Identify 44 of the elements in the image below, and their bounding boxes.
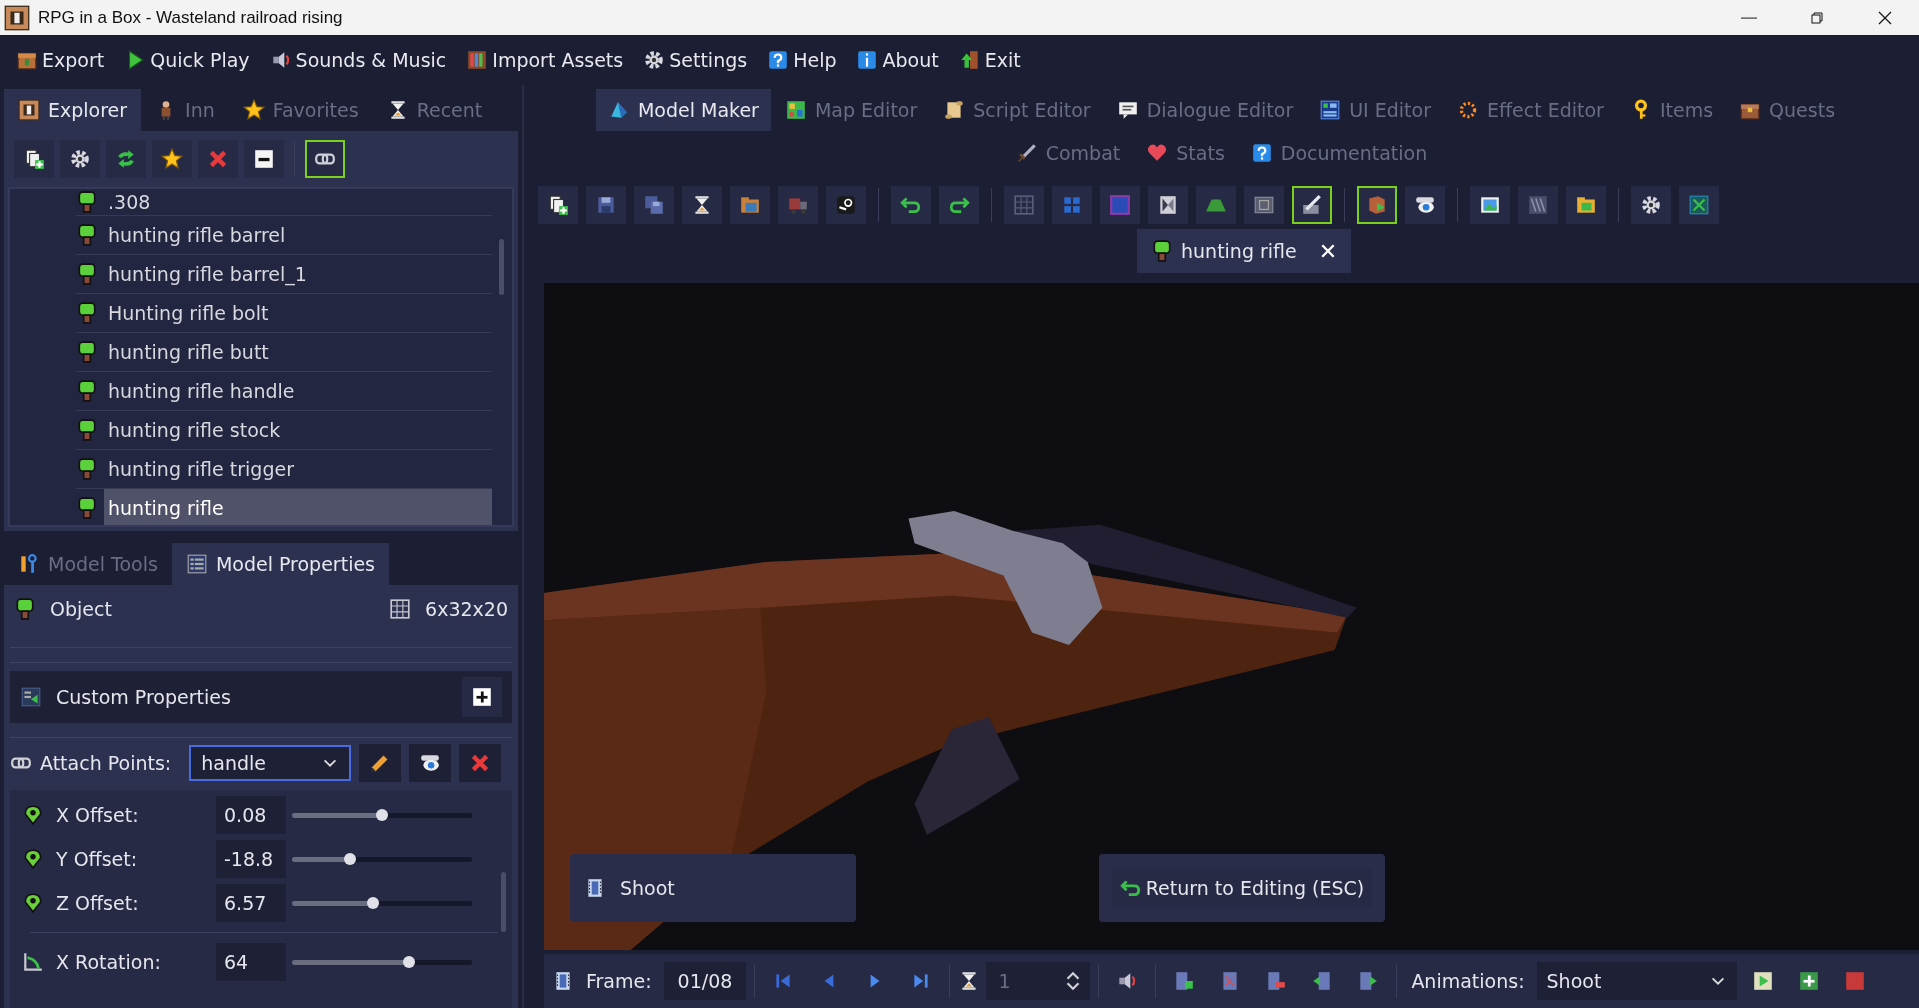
field-label: Attach Points:	[40, 752, 172, 774]
field-label: Y Offset:	[56, 848, 139, 870]
tree-item[interactable]: hunting rifle stock	[104, 411, 492, 449]
number-field[interactable]: -18.8	[216, 840, 286, 878]
field-label: X Rotation:	[56, 951, 162, 973]
menu-item[interactable]: About	[848, 45, 947, 75]
tab[interactable]: Model Maker	[595, 89, 771, 131]
tree-item[interactable]: hunting rifle trigger	[104, 450, 492, 488]
animation-name: Shoot	[620, 877, 675, 899]
tab-title: hunting rifle	[1181, 240, 1297, 262]
attach-point-dropdown[interactable]: handle	[189, 745, 352, 781]
tab[interactable]: Explorer	[4, 89, 142, 131]
field-label: X Offset:	[56, 804, 140, 826]
menu-item[interactable]: Help	[759, 45, 845, 75]
number-field[interactable]: 6.57	[216, 884, 286, 922]
tree-item[interactable]: hunting rifle handle	[104, 372, 492, 410]
animation-dropdown[interactable]: Shoot	[1536, 962, 1737, 1000]
close-button[interactable]: ✕	[1318, 238, 1338, 264]
model-size: 6x32x20	[425, 598, 508, 620]
document-tab[interactable]: hunting rifle ✕	[1137, 229, 1352, 273]
section-title: Custom Properties	[56, 686, 231, 708]
menu-item[interactable]: Import Assets	[458, 45, 632, 75]
object-label: Object	[50, 598, 112, 620]
field-label: Frame:	[586, 970, 652, 992]
menu-item[interactable]: Export	[8, 45, 113, 75]
tree-item[interactable]: hunting rifle barrel_1	[104, 255, 492, 293]
menu-item[interactable]: Exit	[950, 45, 1029, 75]
window-title: RPG in a Box - Wasteland railroad rising	[38, 7, 343, 28]
menu-item[interactable]: Quick Play	[116, 45, 258, 75]
menu-item[interactable]: Sounds & Music	[261, 45, 455, 75]
number-field[interactable]: 64	[216, 943, 286, 981]
number-field[interactable]: 0.08	[216, 796, 286, 834]
tree-item[interactable]: hunting rifle butt	[104, 333, 492, 371]
tree-item[interactable]: hunting rifle	[104, 489, 492, 525]
tab[interactable]: Model Properties	[171, 543, 389, 585]
menu-item[interactable]: Settings	[635, 45, 756, 75]
tree-item[interactable]: Hunting rifle bolt	[104, 294, 492, 332]
return-to-editing-button[interactable]: Return to Editing (ESC)	[1111, 868, 1373, 908]
field-label: Z Offset:	[56, 892, 140, 914]
tree-item[interactable]: hunting rifle barrel	[104, 216, 492, 254]
3d-viewport[interactable]: Shoot Return to Editing (ESC)	[544, 283, 1919, 950]
frame-field[interactable]: 01/08	[663, 962, 747, 1000]
tree-item[interactable]: .308	[104, 189, 492, 215]
field-label: Animations:	[1411, 970, 1525, 992]
